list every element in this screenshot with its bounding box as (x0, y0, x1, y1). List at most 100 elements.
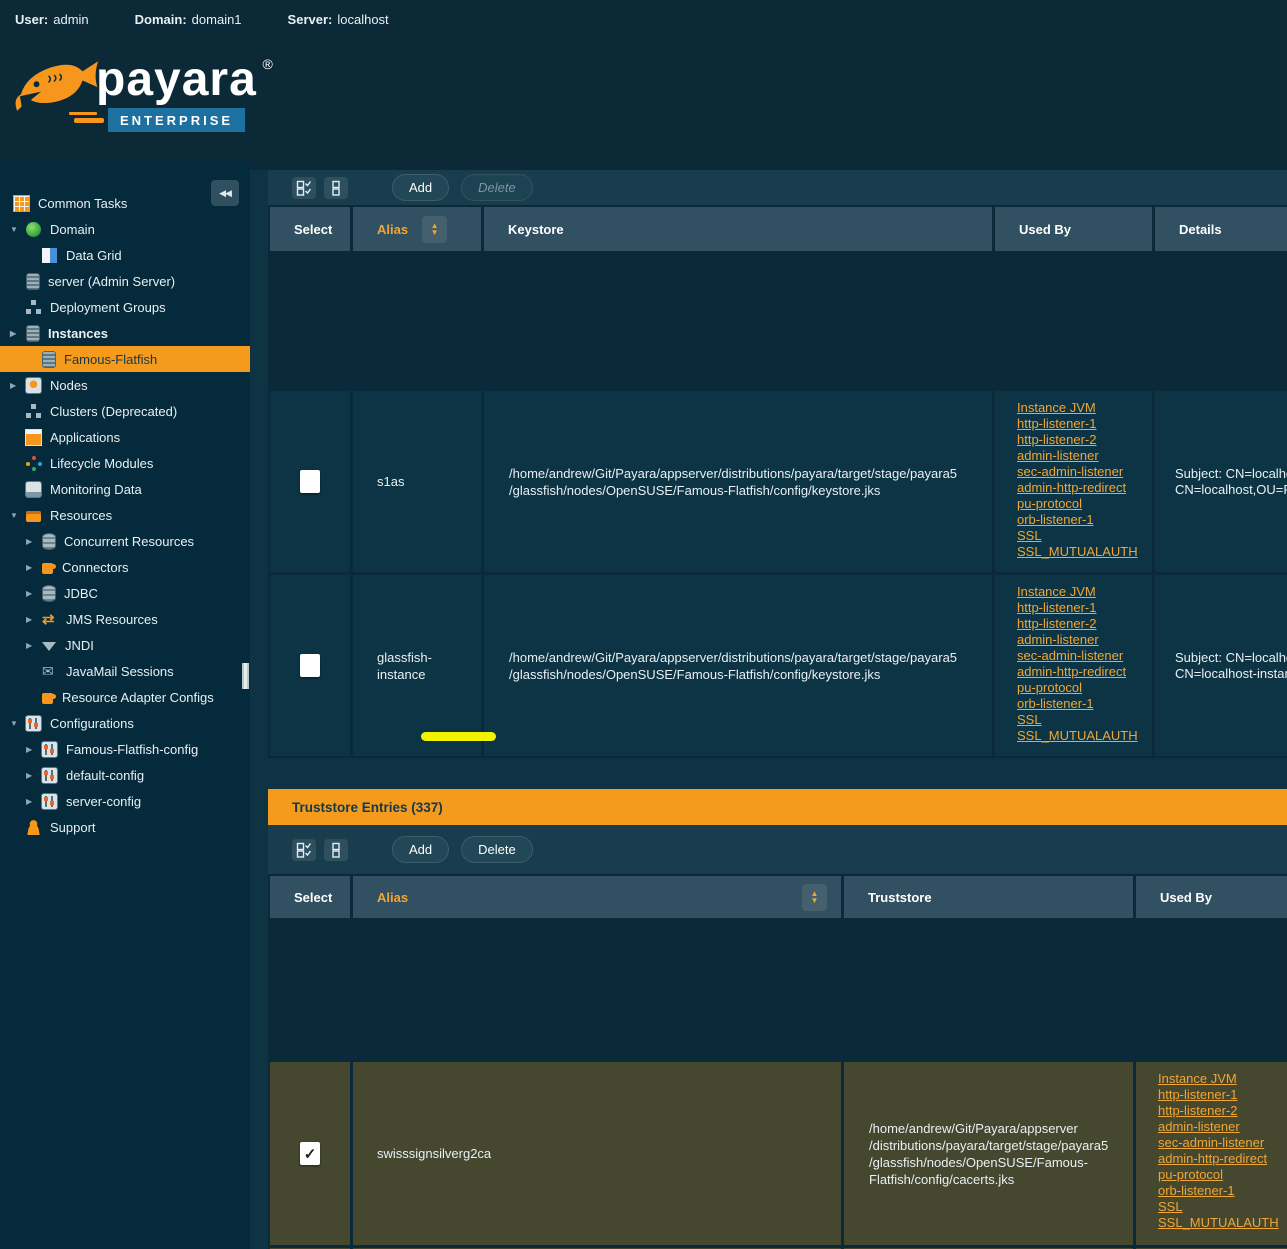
used-by-link[interactable]: admin-listener (1017, 448, 1099, 464)
sidebar-item-common-tasks[interactable]: Common Tasks (0, 190, 250, 216)
chevron-right-icon[interactable]: ▶ (26, 615, 42, 624)
chevron-right-icon[interactable]: ▶ (26, 745, 42, 754)
sidebar-item-clusters-deprecated[interactable]: Clusters (Deprecated) (0, 398, 250, 424)
deselect-all-button[interactable] (324, 839, 348, 861)
sidebar-item-resources[interactable]: ▼Resources (0, 502, 250, 528)
clusters-icon (26, 404, 41, 419)
sidebar-item-jms-resources[interactable]: ▶JMS Resources (0, 606, 250, 632)
chevron-down-icon[interactable]: ▼ (10, 511, 26, 520)
sidebar-item-monitoring-data[interactable]: Monitoring Data (0, 476, 250, 502)
truststore-delete-button[interactable]: Delete (461, 836, 533, 863)
used-by-link[interactable]: SSL_MUTUALAUTH (1158, 1215, 1279, 1231)
select-all-button[interactable] (292, 177, 316, 199)
used-by-link[interactable]: sec-admin-listener (1017, 648, 1123, 664)
used-by-link[interactable]: admin-http-redirect (1017, 480, 1126, 496)
used-by-link[interactable]: http-listener-2 (1017, 616, 1096, 632)
alias-sort-button[interactable]: ▲▼ (802, 884, 827, 911)
sidebar-item-resource-adapter-configs[interactable]: Resource Adapter Configs (0, 684, 250, 710)
used-by-link[interactable]: pu-protocol (1017, 680, 1082, 696)
config-icon (42, 794, 57, 809)
sidebar-item-lifecycle-modules[interactable]: Lifecycle Modules (0, 450, 250, 476)
sidebar-item-javamail-sessions[interactable]: JavaMail Sessions (0, 658, 250, 684)
truststore-add-button[interactable]: Add (392, 836, 449, 863)
sidebar-item-applications[interactable]: Applications (0, 424, 250, 450)
sort-down-icon: ▼ (811, 897, 819, 904)
sidebar-item-label: JDBC (64, 586, 98, 601)
chevron-down-icon[interactable]: ▼ (10, 719, 26, 728)
used-by-link[interactable]: orb-listener-1 (1158, 1183, 1235, 1199)
sidebar-item-concurrent-resources[interactable]: ▶Concurrent Resources (0, 528, 250, 554)
chevron-down-icon[interactable]: ▼ (10, 225, 26, 234)
used-by-link[interactable]: Instance JVM (1017, 400, 1096, 416)
sidebar-item-nodes[interactable]: ▶Nodes (0, 372, 250, 398)
chevron-right-icon[interactable]: ▶ (10, 329, 26, 338)
select-all-icon (296, 842, 312, 858)
main-content: Add Delete Select Alias ▲▼ Keystore Used… (250, 162, 1287, 1249)
config-icon (42, 742, 57, 757)
keystore-add-button[interactable]: Add (392, 174, 449, 201)
row-checkbox[interactable] (300, 654, 320, 677)
used-by-link[interactable]: SSL (1017, 712, 1042, 728)
used-by-link[interactable]: http-listener-2 (1158, 1103, 1237, 1119)
sidebar-item-default-config[interactable]: ▶default-config (0, 762, 250, 788)
used-by-link[interactable]: http-listener-1 (1158, 1087, 1237, 1103)
sidebar-item-instances[interactable]: ▶Instances (0, 320, 250, 346)
used-by-link[interactable]: sec-admin-listener (1017, 464, 1123, 480)
used-by-link[interactable]: pu-protocol (1017, 496, 1082, 512)
sidebar-item-jndi[interactable]: ▶JNDI (0, 632, 250, 658)
row-checkbox[interactable] (300, 470, 320, 493)
alias-sort-button[interactable]: ▲▼ (422, 216, 447, 243)
chevron-right-icon[interactable]: ▶ (26, 797, 42, 806)
row-checkbox[interactable]: ✓ (300, 1142, 320, 1165)
keystore-delete-button[interactable]: Delete (461, 174, 533, 201)
chevron-right-icon[interactable]: ▶ (26, 589, 42, 598)
deselect-all-button[interactable] (324, 177, 348, 199)
used-by-link[interactable]: admin-listener (1017, 632, 1099, 648)
column-header-alias[interactable]: Alias ▲▼ (353, 876, 841, 918)
sidebar-item-domain[interactable]: ▼Domain (0, 216, 250, 242)
sidebar-item-connectors[interactable]: ▶Connectors (0, 554, 250, 580)
nodes-icon (26, 378, 41, 393)
select-cell (270, 391, 350, 572)
resource-adapter-configs-icon (42, 693, 53, 704)
used-by-link[interactable]: http-listener-2 (1017, 432, 1096, 448)
sidebar-item-jdbc[interactable]: ▶ JDBC (0, 580, 250, 606)
chevron-right-icon[interactable]: ▶ (26, 641, 42, 650)
sidebar-item-label: Famous-Flatfish (64, 352, 157, 367)
select-all-button[interactable] (292, 839, 316, 861)
used-by-link[interactable]: admin-http-redirect (1017, 664, 1126, 680)
sidebar-item-configurations[interactable]: ▼Configurations (0, 710, 250, 736)
sidebar-scrollbar-thumb[interactable] (242, 663, 249, 689)
used-by-link[interactable]: SSL_MUTUALAUTH (1017, 544, 1138, 560)
select-cell (270, 575, 350, 756)
sidebar-item-data-grid[interactable]: Data Grid (0, 242, 250, 268)
column-header-alias[interactable]: Alias ▲▼ (353, 207, 481, 251)
column-header-select: Select (270, 207, 350, 251)
used-by-link[interactable]: http-listener-1 (1017, 416, 1096, 432)
chevron-right-icon[interactable]: ▶ (26, 563, 42, 572)
used-by-link[interactable]: orb-listener-1 (1017, 512, 1094, 528)
used-by-link[interactable]: Instance JVM (1158, 1071, 1237, 1087)
used-by-link[interactable]: orb-listener-1 (1017, 696, 1094, 712)
used-by-link[interactable]: admin-http-redirect (1158, 1151, 1267, 1167)
sidebar-item-deployment-groups[interactable]: Deployment Groups (0, 294, 250, 320)
used-by-link[interactable]: SSL (1017, 528, 1042, 544)
alias-cell: swisssignsilverg2ca (353, 1062, 841, 1245)
sidebar-item-server-config[interactable]: ▶server-config (0, 788, 250, 814)
chevron-right-icon[interactable]: ▶ (10, 381, 26, 390)
used-by-link[interactable]: SSL_MUTUALAUTH (1017, 728, 1138, 744)
chevron-right-icon[interactable]: ▶ (26, 537, 42, 546)
sidebar-item-server-admin-server[interactable]: server (Admin Server) (0, 268, 250, 294)
sidebar-item-famous-flatfish-config[interactable]: ▶Famous-Flatfish-config (0, 736, 250, 762)
sidebar-item-support[interactable]: Support (0, 814, 250, 840)
used-by-link[interactable]: pu-protocol (1158, 1167, 1223, 1183)
used-by-link[interactable]: admin-listener (1158, 1119, 1240, 1135)
instances-icon (27, 326, 39, 341)
chevron-right-icon[interactable]: ▶ (26, 771, 42, 780)
sidebar-item-label: Lifecycle Modules (50, 456, 153, 471)
used-by-link[interactable]: Instance JVM (1017, 584, 1096, 600)
used-by-link[interactable]: http-listener-1 (1017, 600, 1096, 616)
used-by-link[interactable]: sec-admin-listener (1158, 1135, 1264, 1151)
sidebar-item-famous-flatfish[interactable]: Famous-Flatfish (0, 346, 250, 372)
used-by-link[interactable]: SSL (1158, 1199, 1183, 1215)
